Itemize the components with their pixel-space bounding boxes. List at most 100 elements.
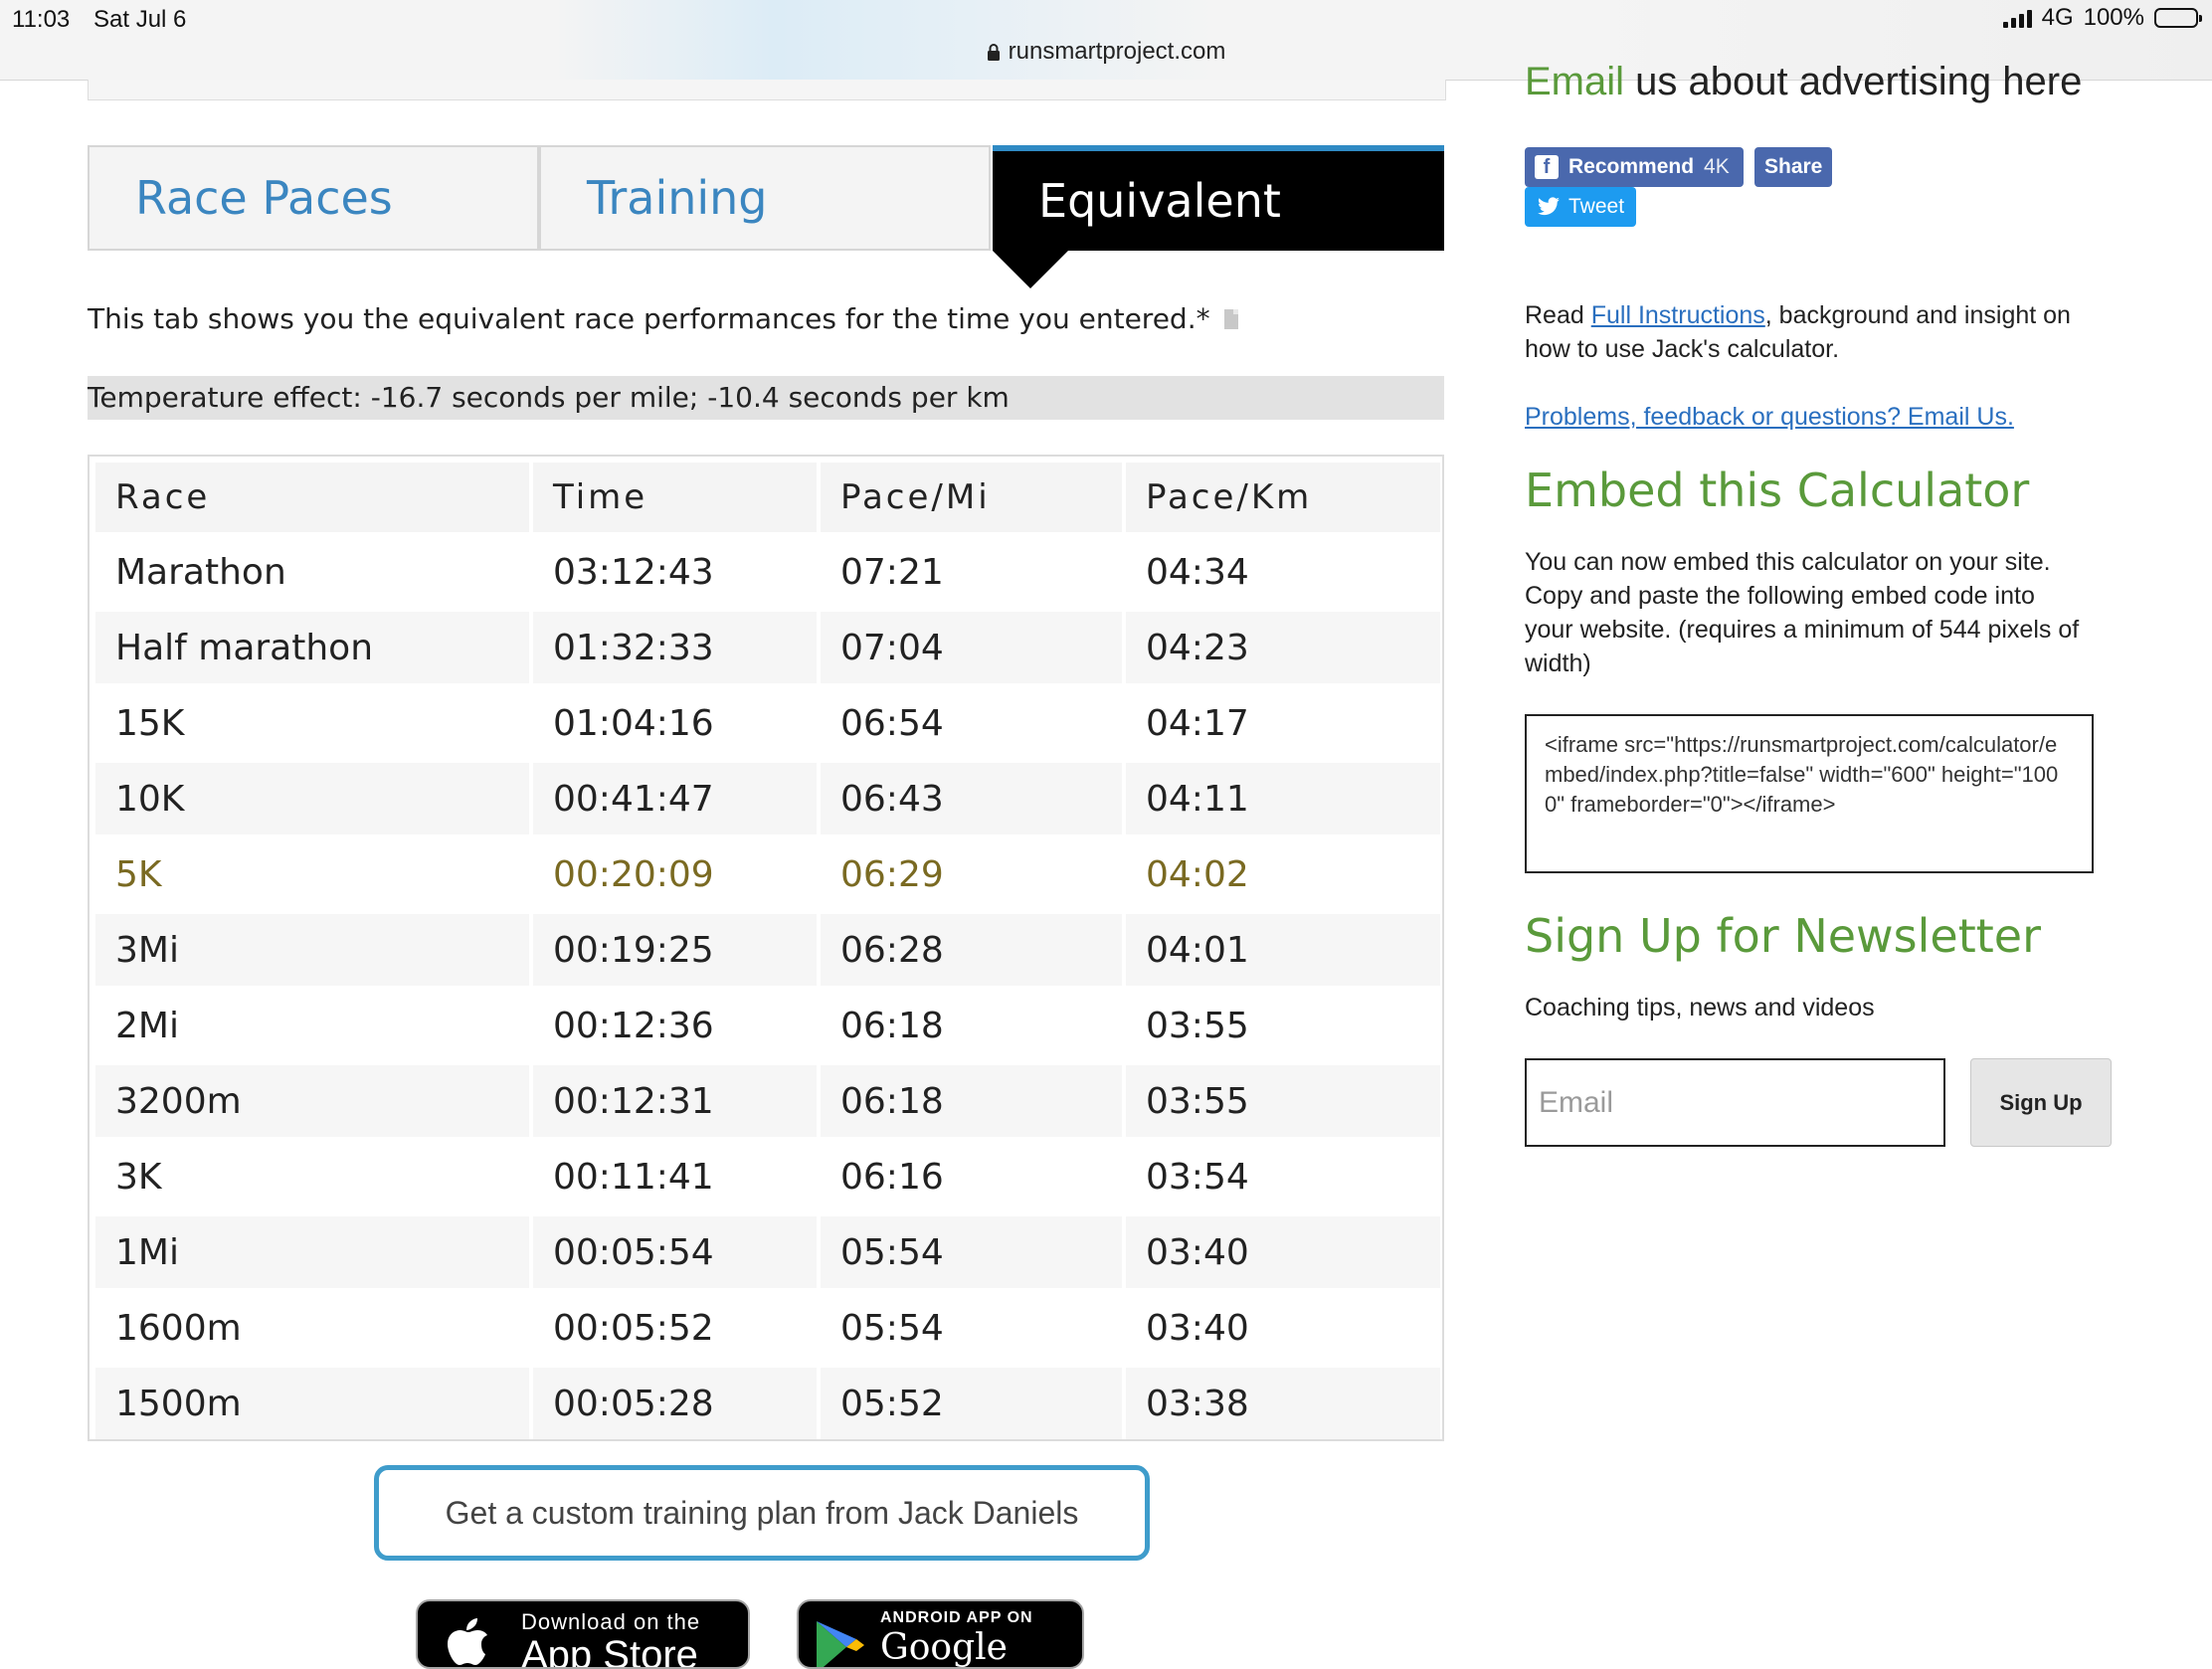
cell-race: 3Mi: [95, 914, 529, 986]
cell-pace-km: 04:02: [1146, 853, 1249, 895]
status-right: 4G 100%: [2002, 4, 2202, 32]
cell-time: 00:05:28: [533, 1368, 817, 1439]
advertising-email-link[interactable]: Email: [1525, 60, 1624, 103]
battery-icon: [2154, 8, 2202, 28]
table-row: 1Mi 00:05:54 05:54 03:40: [95, 1216, 1440, 1288]
cell-time: 01:04:16: [553, 702, 714, 744]
cell-race: 1600m: [115, 1307, 242, 1349]
tab-equivalent[interactable]: Equivalent: [993, 145, 1444, 288]
cell-time: 00:05:52: [553, 1307, 714, 1349]
tweet-button[interactable]: Tweet: [1525, 187, 1637, 227]
instructions-paragraph: Read Full Instructions, background and i…: [1525, 298, 2082, 366]
table-row: Half marathon 01:32:33 07:04 04:23: [95, 612, 1440, 683]
cell-time: 00:20:09: [553, 853, 714, 895]
signup-button[interactable]: Sign Up: [1970, 1058, 2112, 1147]
full-instructions-link[interactable]: Full Instructions: [1591, 301, 1765, 329]
facebook-recommend-button[interactable]: f Recommend 4K: [1525, 147, 1744, 187]
facebook-icon: f: [1535, 155, 1559, 179]
cell-pace-mi: 07:04: [821, 612, 1122, 683]
cell-pace-km: 04:23: [1126, 612, 1440, 683]
embed-heading: Embed this Calculator: [1525, 464, 2030, 517]
cell-pace-km: 03:55: [1146, 1005, 1249, 1046]
cell-pace-km: 04:01: [1126, 914, 1440, 986]
header-time: Time: [533, 463, 817, 532]
cell-pace-mi: 06:18: [840, 1005, 944, 1046]
cell-time: 00:19:25: [533, 914, 817, 986]
lock-icon: [987, 44, 1000, 61]
cell-time: 00:12:36: [553, 1005, 714, 1046]
cell-pace-km: 03:55: [1126, 1065, 1440, 1137]
cell-pace-mi: 07:21: [840, 551, 944, 593]
cell-pace-km: 04:11: [1126, 763, 1440, 834]
cell-pace-mi: 06:18: [821, 1065, 1122, 1137]
feedback-link[interactable]: Problems, feedback or questions? Email U…: [1525, 403, 2014, 431]
cell-pace-km: 03:40: [1146, 1307, 1249, 1349]
network-label: 4G: [2041, 4, 2074, 31]
table-row: 5K 00:20:09 06:29 04:02: [95, 838, 1440, 910]
cell-time: 03:12:43: [553, 551, 714, 593]
equivalent-table-container: Race Time Pace/Mi Pace/Km Marathon 03:12:…: [88, 455, 1444, 1441]
tab-race-paces[interactable]: Race Paces: [88, 145, 539, 251]
cell-race: 15K: [115, 702, 185, 744]
table-row: 2Mi 00:12:36 06:18 03:55: [95, 990, 1440, 1061]
feedback-paragraph: Problems, feedback or questions? Email U…: [1525, 400, 2082, 434]
table-row: 15K 01:04:16 06:54 04:17: [95, 687, 1440, 759]
cell-race: Marathon: [115, 551, 286, 593]
signal-icon: [2002, 8, 2032, 28]
status-time: 11:03: [12, 6, 71, 33]
app-store-small: Download on the: [521, 1609, 701, 1634]
embed-code-box[interactable]: <iframe src="https://runsmartproject.com…: [1525, 714, 2094, 873]
cell-pace-km: 04:17: [1146, 702, 1249, 744]
cell-pace-mi: 05:52: [821, 1368, 1122, 1439]
equivalent-table: Race Time Pace/Mi Pace/Km Marathon 03:12:…: [92, 459, 1444, 1443]
cell-pace-km: 03:54: [1146, 1156, 1249, 1198]
newsletter-email-input[interactable]: Email: [1525, 1058, 1945, 1147]
facebook-share-button[interactable]: Share: [1754, 147, 1833, 187]
cell-race: 3200m: [95, 1065, 529, 1137]
cell-pace-mi: 06:28: [821, 914, 1122, 986]
status-date: Sat Jul 6: [93, 6, 187, 33]
apple-icon: [448, 1618, 487, 1665]
cell-pace-km: 04:34: [1146, 551, 1249, 593]
table-row: 3200m 00:12:31 06:18 03:55: [95, 1065, 1440, 1137]
table-row: Marathon 03:12:43 07:21 04:34: [95, 536, 1440, 608]
table-row: 1600m 00:05:52 05:54 03:40: [95, 1292, 1440, 1364]
cell-race: 1500m: [95, 1368, 529, 1439]
app-store-big: App Store: [521, 1633, 698, 1669]
cell-pace-km: 03:40: [1126, 1216, 1440, 1288]
document-icon[interactable]: [1223, 308, 1238, 329]
recommend-label: Recommend: [1568, 155, 1695, 178]
cell-race: 10K: [95, 763, 529, 834]
newsletter-text: Coaching tips, news and videos: [1525, 994, 1875, 1021]
tab-training[interactable]: Training: [539, 145, 991, 251]
tab-description: This tab shows you the equivalent race p…: [88, 302, 1238, 335]
active-tab-pointer: [993, 251, 1068, 288]
tweet-label: Tweet: [1568, 195, 1625, 218]
cell-race: 3K: [115, 1156, 162, 1198]
instructions-prefix: Read: [1525, 301, 1591, 329]
cell-time: 00:11:41: [553, 1156, 714, 1198]
calculator-tabs: Race Paces Training Equivalent: [88, 145, 1444, 288]
cell-race: 5K: [115, 853, 162, 895]
cell-pace-mi: 05:54: [840, 1307, 944, 1349]
tab-label: Equivalent: [1038, 174, 1281, 228]
cell-time: 00:12:31: [533, 1065, 817, 1137]
header-pace-mi: Pace/Mi: [821, 463, 1122, 532]
advertising-text: us about advertising here: [1624, 60, 2083, 103]
tab-label: Race Paces: [135, 171, 393, 225]
table-row: 1500m 00:05:28 05:52 03:38: [95, 1368, 1440, 1439]
cell-race: 2Mi: [115, 1005, 179, 1046]
cell-pace-mi: 06:16: [840, 1156, 944, 1198]
cell-pace-mi: 05:54: [821, 1216, 1122, 1288]
custom-training-plan-button[interactable]: Get a custom training plan from Jack Dan…: [374, 1465, 1150, 1561]
cell-time: 00:05:54: [533, 1216, 817, 1288]
google-play-small: ANDROID APP ON: [880, 1609, 1033, 1626]
cell-pace-mi: 06:29: [840, 853, 944, 895]
description-text: This tab shows you the equivalent race p…: [88, 302, 1210, 335]
advertising-line: Email us about advertising here: [1525, 60, 2082, 104]
header-race: Race: [95, 463, 529, 532]
cell-race: 1Mi: [95, 1216, 529, 1288]
cell-pace-mi: 06:54: [840, 702, 944, 744]
temperature-effect: Temperature effect: -16.7 seconds per mi…: [88, 376, 1444, 420]
google-play-icon: [817, 1621, 864, 1667]
